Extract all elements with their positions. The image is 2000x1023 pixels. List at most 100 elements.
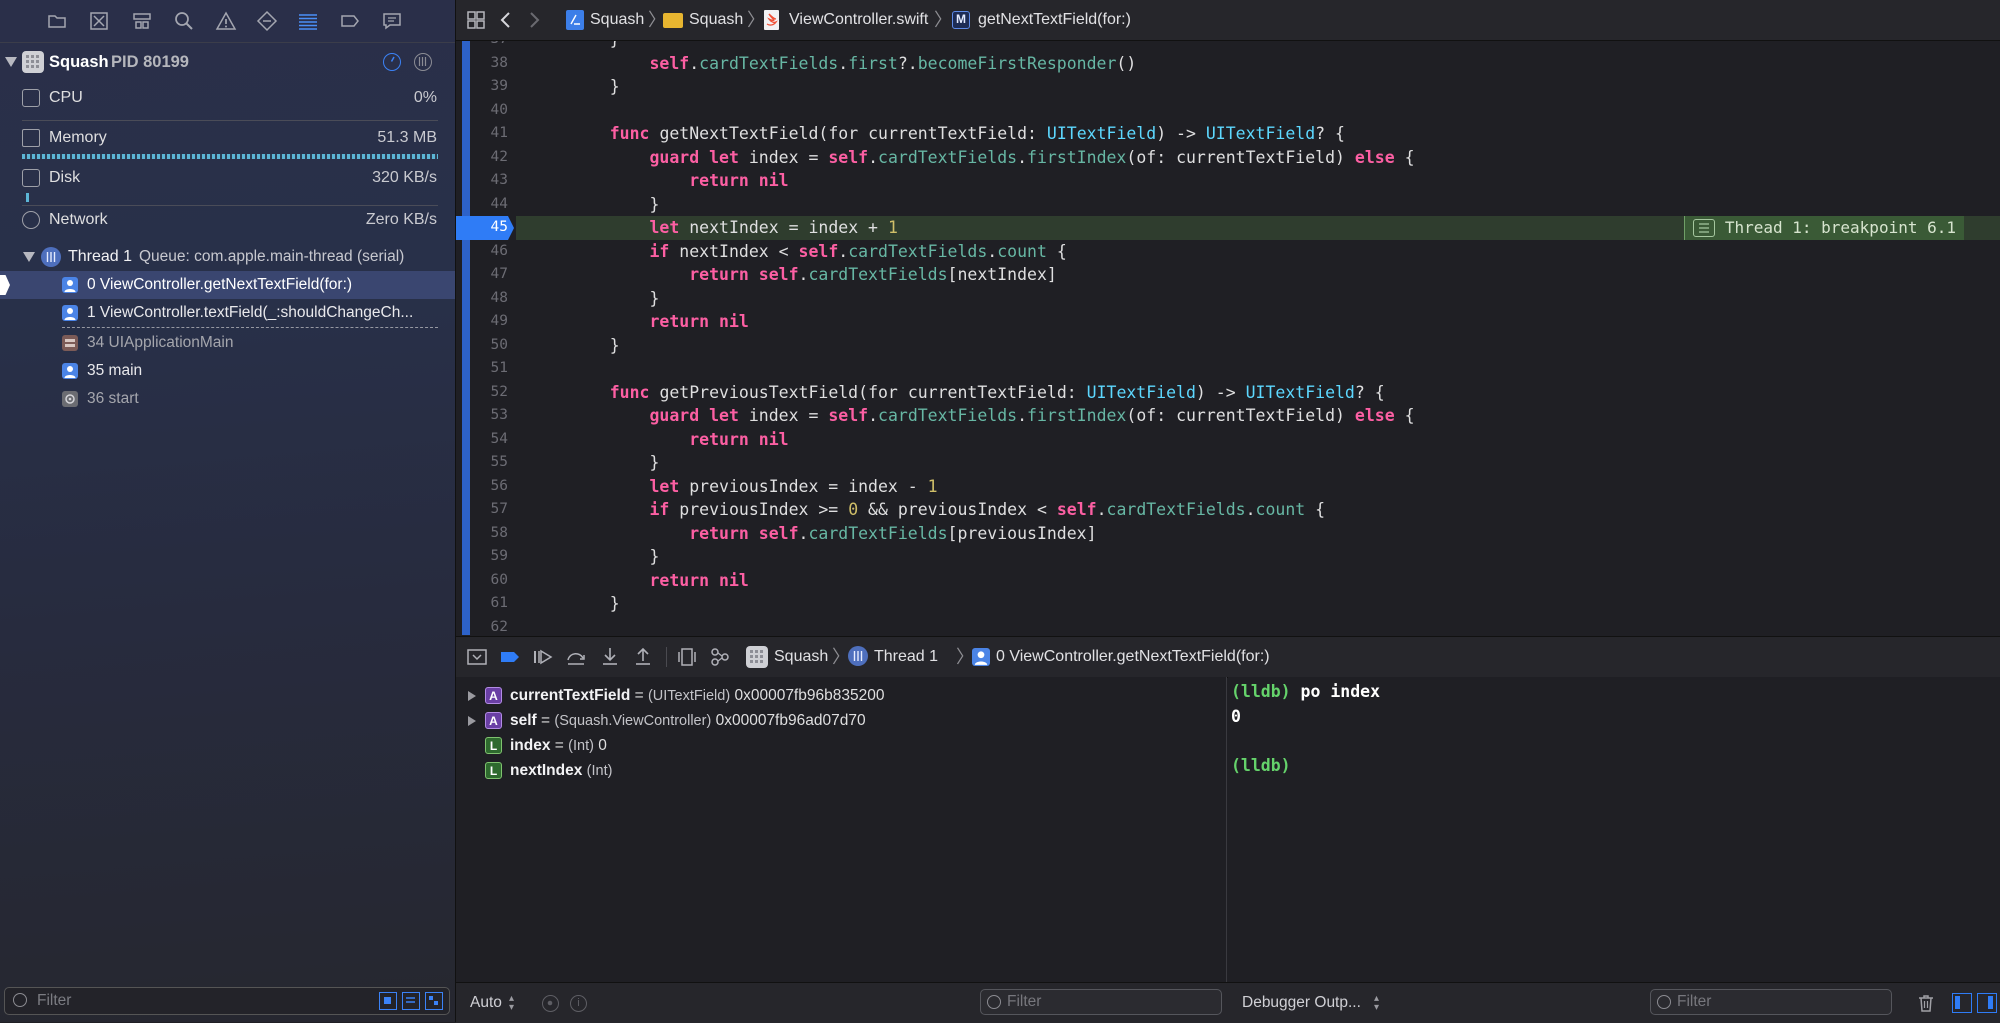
- quick-look-icon[interactable]: [542, 995, 559, 1012]
- variable-type: (Squash.ViewController): [554, 713, 712, 729]
- gauge-memory[interactable]: Memory 51.3 MB: [0, 124, 455, 152]
- code-line[interactable]: 46 if nextIndex < self.cardTextFields.co…: [456, 240, 2000, 264]
- symbol-icon[interactable]: [131, 10, 153, 32]
- filter-option-icon[interactable]: [402, 992, 420, 1010]
- gauge-toggle-icon[interactable]: [383, 53, 401, 71]
- stack-frame-selected[interactable]: 0 ViewController.getNextTextField(for:): [0, 271, 455, 299]
- thread-view-icon[interactable]: [414, 53, 432, 71]
- show-variables-view-icon[interactable]: [1952, 993, 1972, 1013]
- code-line[interactable]: 49 return nil: [456, 310, 2000, 334]
- code-line[interactable]: 42 guard let index = self.cardTextFields…: [456, 146, 2000, 170]
- trash-icon[interactable]: [1916, 993, 1936, 1013]
- stack-frame[interactable]: 36 start: [0, 385, 455, 413]
- variables-scope-popup[interactable]: Auto: [470, 983, 502, 1023]
- filter-option-icon[interactable]: [379, 992, 397, 1010]
- variable-value: 0: [593, 737, 607, 754]
- code-line[interactable]: 48 }: [456, 287, 2000, 311]
- info-icon[interactable]: i: [570, 995, 587, 1012]
- code-line[interactable]: 38 self.cardTextFields.first?.becomeFirs…: [456, 52, 2000, 76]
- related-items-icon[interactable]: [466, 10, 486, 30]
- stack-frame[interactable]: 34 UIApplicationMain: [0, 329, 455, 357]
- code-line[interactable]: 62: [456, 616, 2000, 636]
- code-line[interactable]: 58 return self.cardTextFields[previousIn…: [456, 522, 2000, 546]
- code-line[interactable]: 57 if previousIndex >= 0 && previousInde…: [456, 498, 2000, 522]
- report-icon[interactable]: [381, 10, 403, 32]
- code-line[interactable]: 50 }: [456, 334, 2000, 358]
- debug-navigator-icon[interactable]: [297, 10, 319, 32]
- disclosure-collapsed-icon[interactable]: [468, 716, 476, 726]
- code-line[interactable]: 52 func getPreviousTextField(for current…: [456, 381, 2000, 405]
- navigator-filter-field[interactable]: Filter: [4, 987, 450, 1015]
- step-out-icon[interactable]: [632, 646, 654, 668]
- issue-icon[interactable]: [215, 10, 237, 32]
- variable-text: nextIndex (Int): [510, 758, 612, 784]
- variable-row[interactable]: Lindex = (Int) 0: [456, 733, 1226, 758]
- breadcrumb-group[interactable]: Squash: [689, 0, 743, 40]
- variables-view[interactable]: AcurrentTextField = (UITextField) 0x0000…: [456, 677, 1227, 982]
- code-line[interactable]: 60 return nil: [456, 569, 2000, 593]
- line-number: 52: [490, 383, 508, 400]
- source-editor[interactable]: 37 }38 self.cardTextFields.first?.become…: [456, 41, 2000, 635]
- console-mode-popup[interactable]: Debugger Outp...: [1242, 983, 1361, 1023]
- code-line[interactable]: 44 }: [456, 193, 2000, 217]
- debug-breadcrumb-thread[interactable]: Thread 1: [874, 637, 938, 677]
- disclosure-expanded-icon[interactable]: [23, 252, 35, 262]
- back-arrow-icon[interactable]: [496, 10, 516, 30]
- disclosure-collapsed-icon[interactable]: [468, 691, 476, 701]
- code-line[interactable]: 54 return nil: [456, 428, 2000, 452]
- forward-arrow-icon[interactable]: [524, 10, 544, 30]
- gauge-network[interactable]: Network Zero KB/s: [0, 206, 455, 234]
- hide-debug-area-icon[interactable]: [466, 646, 488, 668]
- current-frame-pointer-icon: [0, 275, 10, 295]
- code-line[interactable]: 53 guard let index = self.cardTextFields…: [456, 404, 2000, 428]
- step-into-icon[interactable]: [599, 646, 621, 668]
- source-control-icon[interactable]: [88, 10, 110, 32]
- breakpoint-annotation[interactable]: Thread 1: breakpoint 6.1: [1683, 216, 1964, 240]
- code-line[interactable]: 47 return self.cardTextFields[nextIndex]: [456, 263, 2000, 287]
- line-number: 47: [490, 266, 508, 282]
- code-line[interactable]: 59 }: [456, 545, 2000, 569]
- memory-graph-icon[interactable]: [709, 646, 731, 668]
- variable-row[interactable]: Aself = (Squash.ViewController) 0x00007f…: [456, 708, 1226, 733]
- code-line[interactable]: 43 return nil: [456, 169, 2000, 193]
- show-console-icon[interactable]: [1977, 993, 1997, 1013]
- variable-row[interactable]: LnextIndex (Int): [456, 758, 1226, 783]
- stack-frame[interactable]: 35 main: [0, 357, 455, 385]
- code-line[interactable]: 39 }: [456, 75, 2000, 99]
- breadcrumb-file[interactable]: ViewController.swift: [789, 0, 928, 40]
- line-number: 58: [490, 524, 508, 541]
- console-filter-field[interactable]: Filter: [1650, 989, 1892, 1015]
- thread-row[interactable]: Thread 1 Queue: com.apple.main-thread (s…: [0, 243, 455, 271]
- breadcrumb-symbol[interactable]: getNextTextField(for:): [978, 0, 1131, 40]
- find-icon[interactable]: [173, 10, 195, 32]
- code-line[interactable]: 41 func getNextTextField(for currentText…: [456, 122, 2000, 146]
- folder-icon[interactable]: [46, 10, 68, 32]
- gauge-disk[interactable]: Disk 320 KB/s: [0, 164, 455, 192]
- debug-breadcrumb-process[interactable]: Squash: [774, 637, 828, 677]
- breakpoint-navigator-icon[interactable]: [339, 10, 361, 32]
- continue-icon[interactable]: [532, 646, 554, 668]
- gauge-cpu[interactable]: CPU 0%: [0, 84, 455, 112]
- lldb-console[interactable]: (lldb) po index 0 (lldb): [1228, 677, 2000, 982]
- filter-option-icon[interactable]: [425, 992, 443, 1010]
- variables-filter-field[interactable]: Filter: [980, 989, 1222, 1015]
- code-text: guard let index = self.cardTextFields.fi…: [649, 406, 1415, 425]
- view-hierarchy-icon[interactable]: [676, 646, 698, 668]
- breakpoints-toggle-icon[interactable]: [499, 646, 521, 668]
- code-line[interactable]: 55 }: [456, 451, 2000, 475]
- test-icon[interactable]: [256, 10, 278, 32]
- code-line[interactable]: 45 let nextIndex = index + 1 Thread 1: br…: [456, 216, 2000, 240]
- step-over-icon[interactable]: [565, 646, 587, 668]
- disclosure-expanded-icon[interactable]: [5, 57, 17, 67]
- code-line[interactable]: 40: [456, 99, 2000, 123]
- code-line[interactable]: 56 let previousIndex = index - 1: [456, 475, 2000, 499]
- stack-frame[interactable]: 1 ViewController.textField(_:shouldChang…: [0, 299, 455, 327]
- code-line[interactable]: 51: [456, 357, 2000, 381]
- process-row[interactable]: Squash PID 80199: [0, 48, 455, 76]
- breadcrumb-project[interactable]: Squash: [590, 0, 644, 40]
- filter-placeholder: Filter: [1677, 993, 1712, 1010]
- variable-row[interactable]: AcurrentTextField = (UITextField) 0x0000…: [456, 683, 1226, 708]
- code-line[interactable]: 37 }: [456, 41, 2000, 52]
- code-line[interactable]: 61 }: [456, 592, 2000, 616]
- debug-breadcrumb-frame[interactable]: 0 ViewController.getNextTextField(for:): [996, 637, 1270, 677]
